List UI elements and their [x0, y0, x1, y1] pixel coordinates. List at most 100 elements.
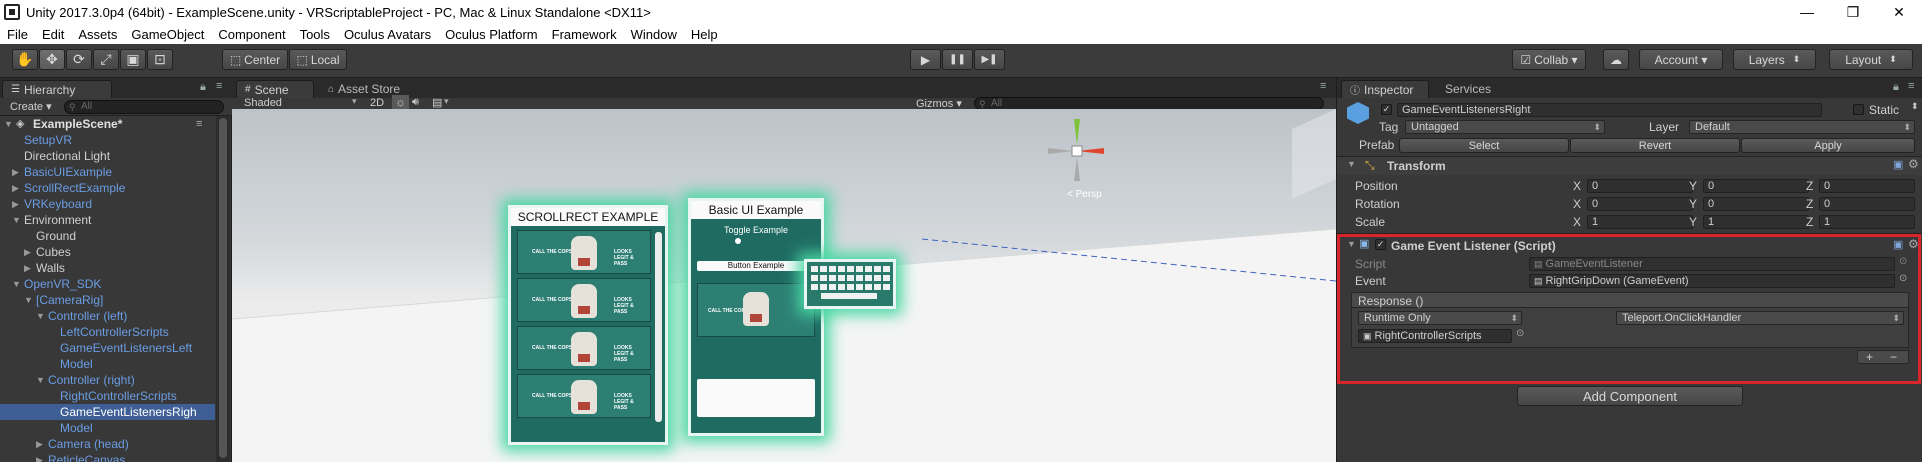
- dropdown-arrow-icon[interactable]: ⬍: [1911, 101, 1919, 112]
- menu-window[interactable]: Window: [624, 27, 684, 42]
- prefab-select-button[interactable]: Select: [1399, 138, 1569, 153]
- handler-function-dropdown[interactable]: Teleport.OnClickHandler: [1616, 311, 1904, 325]
- expand-arrow-icon[interactable]: ▶: [12, 196, 19, 212]
- target-object-field[interactable]: ▣ RightControllerScripts: [1358, 329, 1512, 343]
- layer-dropdown[interactable]: Default: [1689, 120, 1915, 134]
- collapse-arrow-icon[interactable]: ▼: [36, 308, 45, 324]
- hierarchy-scroll-thumb[interactable]: [219, 118, 227, 458]
- panel-menu-icon[interactable]: ≡: [1908, 80, 1914, 92]
- menu-assets[interactable]: Assets: [71, 27, 124, 42]
- hierarchy-item[interactable]: ▶ Camera (head): [0, 436, 215, 452]
- hierarchy-item[interactable]: Ground: [0, 228, 215, 244]
- tab-inspector[interactable]: ⓘ Inspector: [1341, 80, 1429, 98]
- vr-keyboard[interactable]: [804, 259, 896, 309]
- scene-root-row[interactable]: ▼ ◈ ExampleScene* ≡: [0, 116, 215, 132]
- 2d-toggle[interactable]: 2D: [370, 97, 384, 109]
- create-dropdown[interactable]: Create ▾: [10, 100, 52, 113]
- menu-gameobject[interactable]: GameObject: [124, 27, 211, 42]
- collapse-arrow-icon[interactable]: ▼: [1347, 159, 1356, 169]
- account-button[interactable]: Account ▾: [1639, 49, 1723, 70]
- transform-tool-button[interactable]: ⊡: [147, 49, 173, 70]
- layout-dropdown[interactable]: Layout ⬍: [1829, 49, 1913, 70]
- menu-component[interactable]: Component: [211, 27, 292, 42]
- menu-oculus-avatars[interactable]: Oculus Avatars: [337, 27, 438, 42]
- tab-scene[interactable]: # Scene: [236, 80, 314, 98]
- runtime-mode-dropdown[interactable]: Runtime Only: [1358, 311, 1522, 325]
- tab-services[interactable]: Services: [1437, 80, 1507, 98]
- panel-menu-icon[interactable]: ≡: [216, 80, 222, 92]
- scale-x-input[interactable]: 1: [1587, 215, 1693, 229]
- object-picker-icon[interactable]: ⊙: [1899, 273, 1907, 284]
- hierarchy-item[interactable]: ▼ Controller (left): [0, 308, 215, 324]
- rotate-tool-button[interactable]: ⟳: [66, 49, 92, 70]
- close-button[interactable]: ✕: [1876, 4, 1922, 21]
- hierarchy-item[interactable]: ▶ ScrollRectExample: [0, 180, 215, 196]
- hierarchy-item[interactable]: ▶ VRKeyboard: [0, 196, 215, 212]
- audio-toggle-icon[interactable]: 🔊︎: [412, 96, 419, 109]
- hierarchy-item[interactable]: GameEventListenersLeft: [0, 340, 215, 356]
- hierarchy-item[interactable]: ▼ [CameraRig]: [0, 292, 215, 308]
- pivot-center-button[interactable]: ⬚ Center: [222, 49, 288, 70]
- expand-arrow-icon[interactable]: ▶: [36, 452, 43, 462]
- menu-tools[interactable]: Tools: [293, 27, 337, 42]
- panel-menu-icon[interactable]: ≡: [1320, 80, 1326, 92]
- event-field[interactable]: ▤ RightGripDown (GameEvent): [1529, 274, 1895, 288]
- remove-response-button[interactable]: −: [1890, 350, 1897, 364]
- hierarchy-scrollbar[interactable]: [216, 116, 230, 462]
- expand-arrow-icon[interactable]: ▶: [12, 164, 19, 180]
- scrollrect-example-panel[interactable]: SCROLLRECT EXAMPLE CALL THE COPS LOOKS L…: [508, 205, 668, 445]
- collapse-arrow-icon[interactable]: ▼: [1347, 239, 1356, 249]
- scene-menu-icon[interactable]: ≡: [196, 116, 202, 132]
- hierarchy-item[interactable]: ▼ OpenVR_SDK: [0, 276, 215, 292]
- effects-toggle-icon[interactable]: ▤: [432, 96, 442, 109]
- collapse-arrow-icon[interactable]: ▼: [12, 212, 21, 228]
- shading-mode-dropdown[interactable]: Shaded: [244, 97, 282, 109]
- prefab-apply-button[interactable]: Apply: [1741, 138, 1915, 153]
- hierarchy-item[interactable]: GameEventListenersRigh: [0, 404, 215, 420]
- menu-edit[interactable]: Edit: [35, 27, 71, 42]
- object-name-input[interactable]: GameEventListenersRight: [1397, 103, 1822, 117]
- hierarchy-item[interactable]: RightControllerScripts: [0, 388, 215, 404]
- help-icon[interactable]: ▣: [1893, 158, 1903, 171]
- scale-tool-button[interactable]: ⤢: [93, 49, 119, 70]
- prefab-revert-button[interactable]: Revert: [1570, 138, 1740, 153]
- rotation-y-input[interactable]: 0: [1703, 197, 1809, 211]
- hierarchy-item[interactable]: Directional Light: [0, 148, 215, 164]
- active-checkbox[interactable]: ✓: [1381, 104, 1392, 115]
- scrollrect-scrollbar[interactable]: [655, 232, 662, 422]
- expand-arrow-icon[interactable]: ▶: [24, 260, 31, 276]
- hand-tool-button[interactable]: ✋: [12, 49, 38, 70]
- collapse-arrow-icon[interactable]: ▼: [36, 372, 45, 388]
- scene-viewport[interactable]: SCROLLRECT EXAMPLE CALL THE COPS LOOKS L…: [232, 109, 1336, 462]
- expand-arrow-icon[interactable]: ▶: [36, 436, 43, 452]
- lighting-toggle-icon[interactable]: ☼: [392, 95, 409, 109]
- menu-help[interactable]: Help: [684, 27, 725, 42]
- lock-icon[interactable]: 🔒︎: [200, 81, 206, 94]
- position-z-input[interactable]: 0: [1819, 179, 1915, 193]
- play-button[interactable]: ▶: [910, 49, 941, 70]
- gear-icon[interactable]: ⚙: [1908, 237, 1919, 251]
- position-y-input[interactable]: 0: [1703, 179, 1809, 193]
- hierarchy-item[interactable]: ▶ Cubes: [0, 244, 215, 260]
- maximize-button[interactable]: ❐: [1830, 4, 1876, 21]
- menu-oculus-platform[interactable]: Oculus Platform: [438, 27, 544, 42]
- orientation-gizmo[interactable]: [1044, 115, 1114, 185]
- rotation-x-input[interactable]: 0: [1587, 197, 1693, 211]
- lock-icon[interactable]: 🔒︎: [1893, 81, 1899, 94]
- hierarchy-item[interactable]: SetupVR: [0, 132, 215, 148]
- add-response-button[interactable]: +: [1866, 350, 1873, 364]
- add-component-button[interactable]: Add Component: [1517, 386, 1743, 406]
- rotation-z-input[interactable]: 0: [1819, 197, 1915, 211]
- hierarchy-item[interactable]: Model: [0, 356, 215, 372]
- input-field-example[interactable]: [697, 379, 815, 417]
- persp-label[interactable]: < Persp: [1067, 189, 1102, 200]
- object-picker-icon[interactable]: ⊙: [1516, 328, 1524, 339]
- collapse-arrow-icon[interactable]: ▼: [12, 276, 21, 292]
- expand-arrow-icon[interactable]: ▶: [24, 244, 31, 260]
- basic-ui-example-panel[interactable]: Basic UI Example Toggle Example Button E…: [688, 198, 824, 436]
- menu-file[interactable]: File: [0, 27, 35, 42]
- position-x-input[interactable]: 0: [1587, 179, 1693, 193]
- hierarchy-item[interactable]: ▼ Environment: [0, 212, 215, 228]
- menu-framework[interactable]: Framework: [545, 27, 624, 42]
- collab-button[interactable]: ☑ Collab ▾: [1512, 49, 1586, 70]
